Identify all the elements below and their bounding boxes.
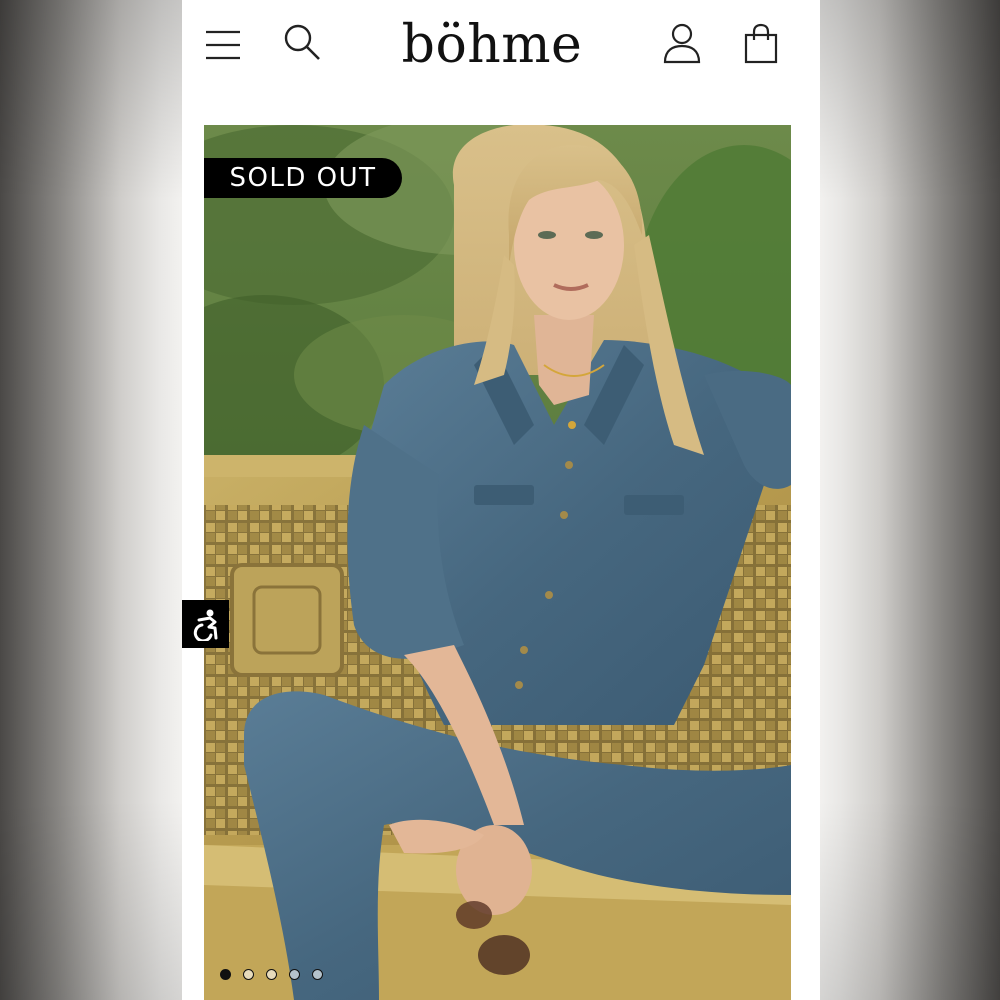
cart-button[interactable] [738,18,784,68]
search-icon [284,24,320,60]
menu-icon [206,30,240,60]
site-header: böhme [182,0,820,92]
menu-button[interactable] [200,20,246,66]
account-icon [663,23,701,64]
carousel-dot[interactable] [220,968,231,980]
carousel-pagination [220,966,323,982]
sold-out-badge: SOLD OUT [204,158,402,198]
accessibility-icon [193,609,217,641]
carousel-dot[interactable] [266,968,277,980]
carousel-dot[interactable] [312,968,323,980]
brand-logo[interactable]: böhme [382,14,602,76]
shopping-bag-icon [744,23,778,64]
accessibility-button[interactable] [182,600,229,648]
product-hero-image[interactable] [204,125,791,1000]
phone-screen: böhme SOLD OUT [182,0,820,1000]
search-button[interactable] [278,18,326,66]
hero-photo [204,125,791,1000]
carousel-dot[interactable] [243,968,254,980]
carousel-dot[interactable] [289,968,300,980]
account-button[interactable] [656,18,708,68]
